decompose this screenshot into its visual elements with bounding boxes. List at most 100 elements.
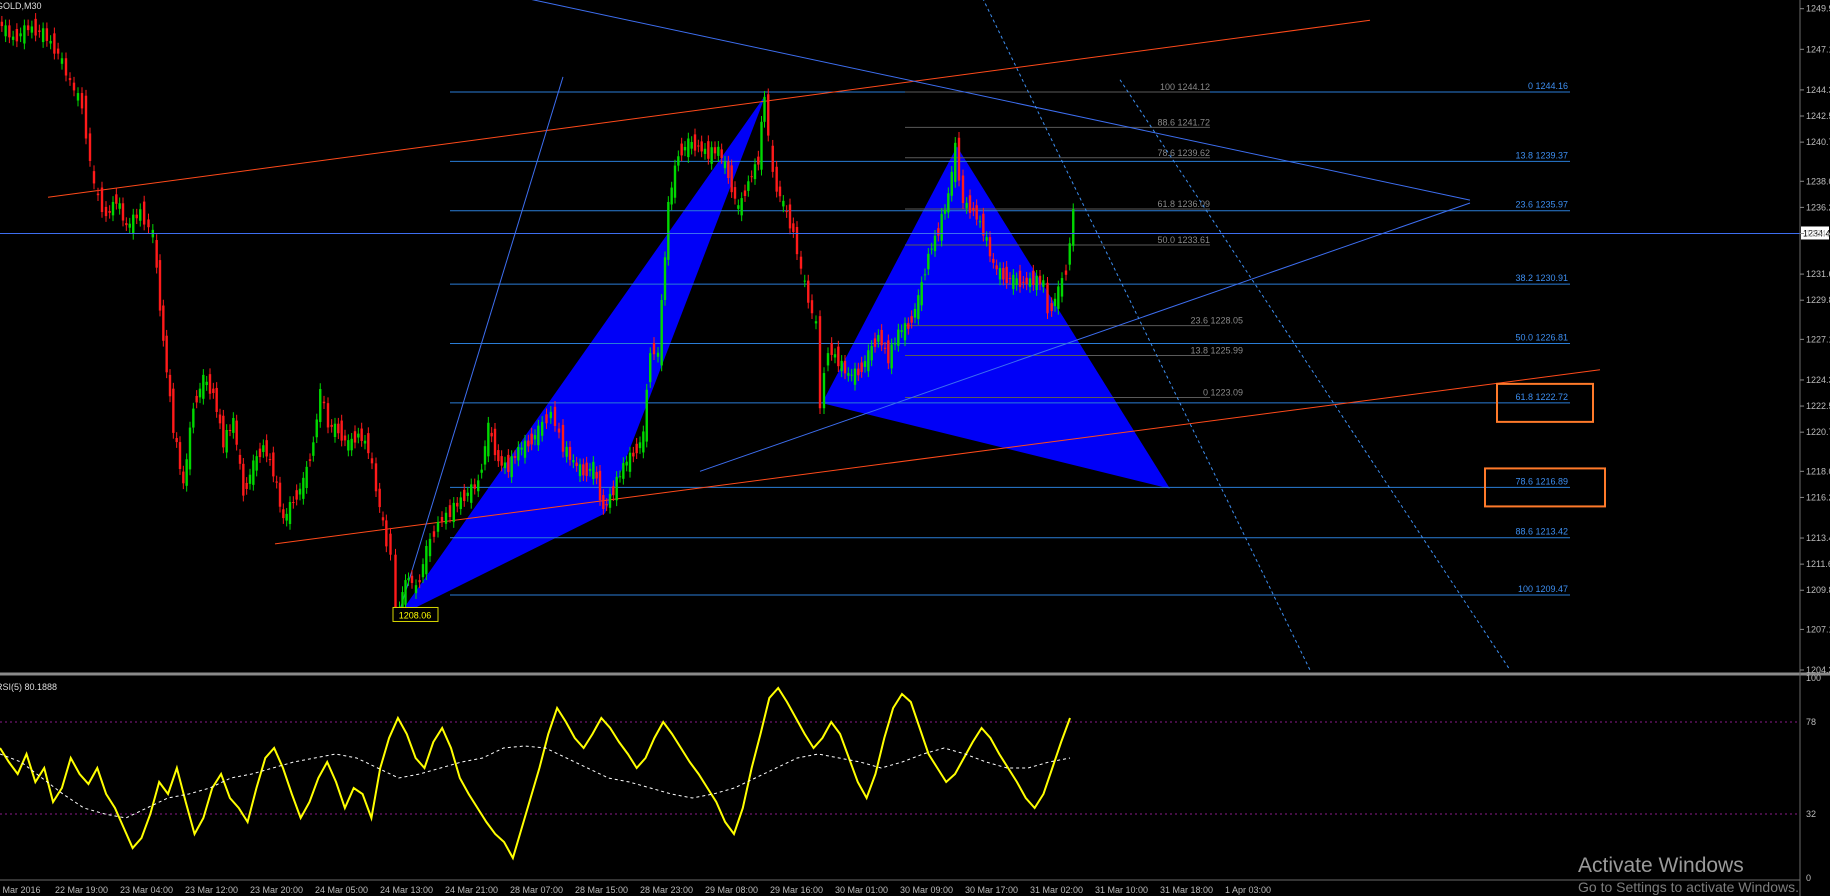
candle-body[interactable] <box>367 433 370 454</box>
candle-body[interactable] <box>917 295 920 320</box>
candle-body[interactable] <box>995 265 998 270</box>
candle-body[interactable] <box>767 94 770 136</box>
candle-body[interactable] <box>1072 209 1075 246</box>
candle-body[interactable] <box>988 237 992 257</box>
candle-body[interactable] <box>404 580 407 605</box>
candle-body[interactable] <box>282 509 285 519</box>
candle-body[interactable] <box>19 33 22 37</box>
candle-body[interactable] <box>710 147 713 164</box>
candle-body[interactable] <box>897 329 900 346</box>
candle-body[interactable] <box>930 248 933 250</box>
candle-body[interactable] <box>121 203 125 221</box>
candle-body[interactable] <box>68 78 72 81</box>
candle-body[interactable] <box>588 468 592 471</box>
candle-body[interactable] <box>142 201 146 225</box>
candle-body[interactable] <box>867 350 870 372</box>
candle-body[interactable] <box>520 447 523 450</box>
rsi-indicator[interactable]: RSI(5) 80.1888 <box>0 682 1800 861</box>
candle-body[interactable] <box>60 58 64 64</box>
candle-body[interactable] <box>1008 277 1012 279</box>
candle-body[interactable] <box>1060 278 1064 297</box>
pattern-triangle-2[interactable] <box>822 146 1170 489</box>
candle-body[interactable] <box>961 175 965 204</box>
candle-body[interactable] <box>649 353 652 383</box>
candle-body[interactable] <box>743 190 747 197</box>
candle-body[interactable] <box>697 145 700 147</box>
candle-body[interactable] <box>30 26 34 33</box>
candle-body[interactable] <box>760 121 763 170</box>
candle-body[interactable] <box>111 201 115 216</box>
candle-body[interactable] <box>357 433 360 438</box>
candle-body[interactable] <box>483 446 487 465</box>
candle-body[interactable] <box>425 546 428 575</box>
candle-body[interactable] <box>41 28 45 43</box>
candle-body[interactable] <box>690 142 693 149</box>
candle-body[interactable] <box>605 503 608 506</box>
candle-body[interactable] <box>139 209 142 221</box>
candle-body[interactable] <box>972 207 975 211</box>
candle-body[interactable] <box>374 463 378 492</box>
candle-body[interactable] <box>295 490 298 500</box>
candle-body[interactable] <box>822 373 826 409</box>
candle-body[interactable] <box>575 462 578 467</box>
candle-body[interactable] <box>803 280 806 282</box>
candle-body[interactable] <box>527 440 530 447</box>
candle-body[interactable] <box>188 427 192 470</box>
candle-body[interactable] <box>913 308 917 318</box>
candle-body[interactable] <box>497 450 500 462</box>
candle-body[interactable] <box>436 522 440 532</box>
candle-body[interactable] <box>557 428 561 433</box>
candle-body[interactable] <box>847 373 850 376</box>
candle-body[interactable] <box>444 512 448 524</box>
candle-body[interactable] <box>873 338 877 347</box>
candle-body[interactable] <box>517 447 520 461</box>
candle-body[interactable] <box>218 414 222 424</box>
candle-body[interactable] <box>975 205 978 220</box>
candle-body[interactable] <box>470 484 473 503</box>
candle-body[interactable] <box>353 431 357 443</box>
candle-body[interactable] <box>1068 243 1071 265</box>
candle-body[interactable] <box>757 156 760 165</box>
candle-body[interactable] <box>248 474 252 484</box>
candle-body[interactable] <box>947 193 950 213</box>
candle-body[interactable] <box>507 454 510 473</box>
candle-body[interactable] <box>292 502 295 504</box>
candle-body[interactable] <box>788 204 792 229</box>
candle-body[interactable] <box>985 237 988 241</box>
candle-body[interactable] <box>245 482 248 489</box>
candle-body[interactable] <box>717 146 720 156</box>
candle-body[interactable] <box>432 531 436 537</box>
candle-body[interactable] <box>480 469 483 473</box>
candle-body[interactable] <box>370 458 374 464</box>
candle-body[interactable] <box>326 403 330 428</box>
candle-body[interactable] <box>208 374 212 394</box>
candle-body[interactable] <box>890 344 893 369</box>
candle-body[interactable] <box>992 258 995 263</box>
candle-body[interactable] <box>215 387 218 412</box>
candle-body[interactable] <box>315 419 318 438</box>
candle-body[interactable] <box>673 165 677 198</box>
candle-body[interactable] <box>568 446 572 460</box>
candle-body[interactable] <box>968 195 972 213</box>
candle-body[interactable] <box>272 452 275 477</box>
candle-body[interactable] <box>833 354 837 358</box>
candle-body[interactable] <box>830 342 833 355</box>
candle-body[interactable] <box>26 25 30 31</box>
candle-body[interactable] <box>537 425 540 446</box>
candle-body[interactable] <box>463 489 466 502</box>
candle-body[interactable] <box>720 149 723 159</box>
candle-body[interactable] <box>466 492 469 496</box>
candle-body[interactable] <box>900 330 903 333</box>
candle-body[interactable] <box>608 493 612 508</box>
candle-body[interactable] <box>232 418 235 433</box>
candle-body[interactable] <box>34 18 37 36</box>
candle-body[interactable] <box>907 323 910 329</box>
candle-body[interactable] <box>135 214 138 219</box>
candle-body[interactable] <box>192 408 195 428</box>
candle-body[interactable] <box>703 148 707 154</box>
candle-body[interactable] <box>863 361 867 367</box>
candle-body[interactable] <box>733 187 737 199</box>
candle-body[interactable] <box>165 335 168 373</box>
candle-body[interactable] <box>612 486 615 496</box>
candle-body[interactable] <box>343 435 347 441</box>
